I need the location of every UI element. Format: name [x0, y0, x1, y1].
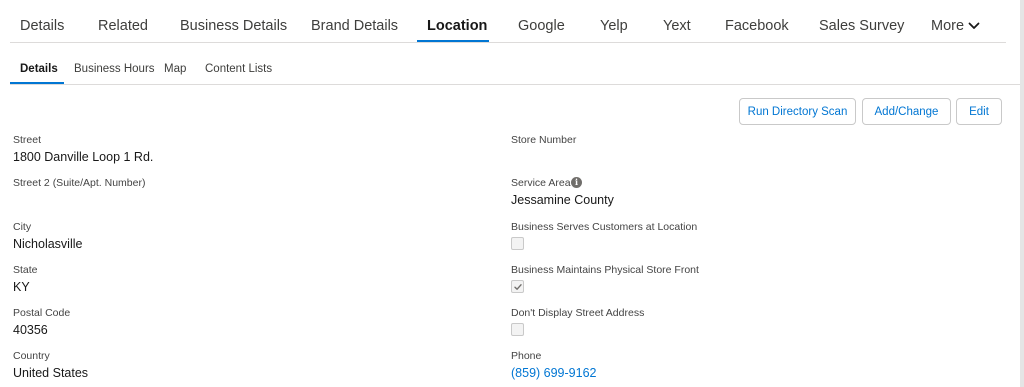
state-value: KY [13, 280, 30, 294]
service-area-label: Service Area [511, 177, 571, 189]
sub-tab-divider [10, 84, 1020, 85]
street-label: Street [13, 134, 42, 146]
phone-link[interactable]: (859) 699-9162 [511, 366, 596, 380]
tab-google[interactable]: Google [518, 17, 565, 35]
physical-store-front-checkbox [511, 280, 524, 293]
tab-business-details[interactable]: Business Details [180, 17, 287, 35]
service-area-value: Jessamine County [511, 193, 614, 207]
physical-store-front-label: Business Maintains Physical Store Front [511, 264, 699, 276]
top-tab-divider [10, 42, 1006, 43]
phone-label: Phone [511, 350, 542, 362]
serves-at-location-checkbox [511, 237, 524, 250]
top-tab-bar: Details Related Business Details Brand D… [0, 0, 1020, 44]
tab-more[interactable]: More [931, 17, 980, 35]
subtab-content-lists[interactable]: Content Lists [205, 63, 272, 75]
tab-brand-details[interactable]: Brand Details [311, 17, 398, 35]
city-value: Nicholasville [13, 237, 83, 251]
serves-at-location-label: Business Serves Customers at Location [511, 221, 698, 233]
subtab-map[interactable]: Map [164, 63, 186, 75]
add-change-button[interactable]: Add/Change [862, 98, 951, 125]
street2-label: Street 2 (Suite/Apt. Number) [13, 177, 146, 189]
sub-tab-bar: Details Business Hours Map Content Lists [0, 50, 1020, 86]
subtab-business-hours[interactable]: Business Hours [74, 63, 155, 75]
city-label: City [13, 221, 32, 233]
tab-facebook[interactable]: Facebook [725, 17, 789, 35]
tab-related[interactable]: Related [98, 17, 148, 35]
tab-yext[interactable]: Yext [663, 17, 691, 35]
subtab-details[interactable]: Details [20, 63, 58, 75]
tab-more-label: More [931, 18, 965, 34]
tab-details[interactable]: Details [20, 17, 64, 35]
hide-street-address-checkbox [511, 323, 524, 336]
record-page: Details Related Business Details Brand D… [0, 0, 1020, 387]
edit-button[interactable]: Edit [956, 98, 1002, 125]
scroll-edge [1020, 0, 1024, 387]
tab-sales-survey[interactable]: Sales Survey [819, 17, 904, 35]
state-label: State [13, 264, 38, 276]
store-number-label: Store Number [511, 134, 577, 146]
tab-yelp[interactable]: Yelp [600, 17, 628, 35]
street-value: 1800 Danville Loop 1 Rd. [13, 150, 154, 164]
country-label: Country [13, 350, 50, 362]
tab-location[interactable]: Location [427, 17, 487, 35]
country-value: United States [13, 366, 89, 380]
postal-code-label: Postal Code [13, 307, 71, 319]
run-directory-scan-button[interactable]: Run Directory Scan [739, 98, 856, 125]
chevron-down-icon [968, 22, 980, 30]
postal-code-value: 40356 [13, 323, 48, 337]
checkmark-icon [514, 284, 522, 290]
hide-street-address-label: Don't Display Street Address [511, 307, 645, 319]
info-icon[interactable]: i [571, 177, 582, 188]
